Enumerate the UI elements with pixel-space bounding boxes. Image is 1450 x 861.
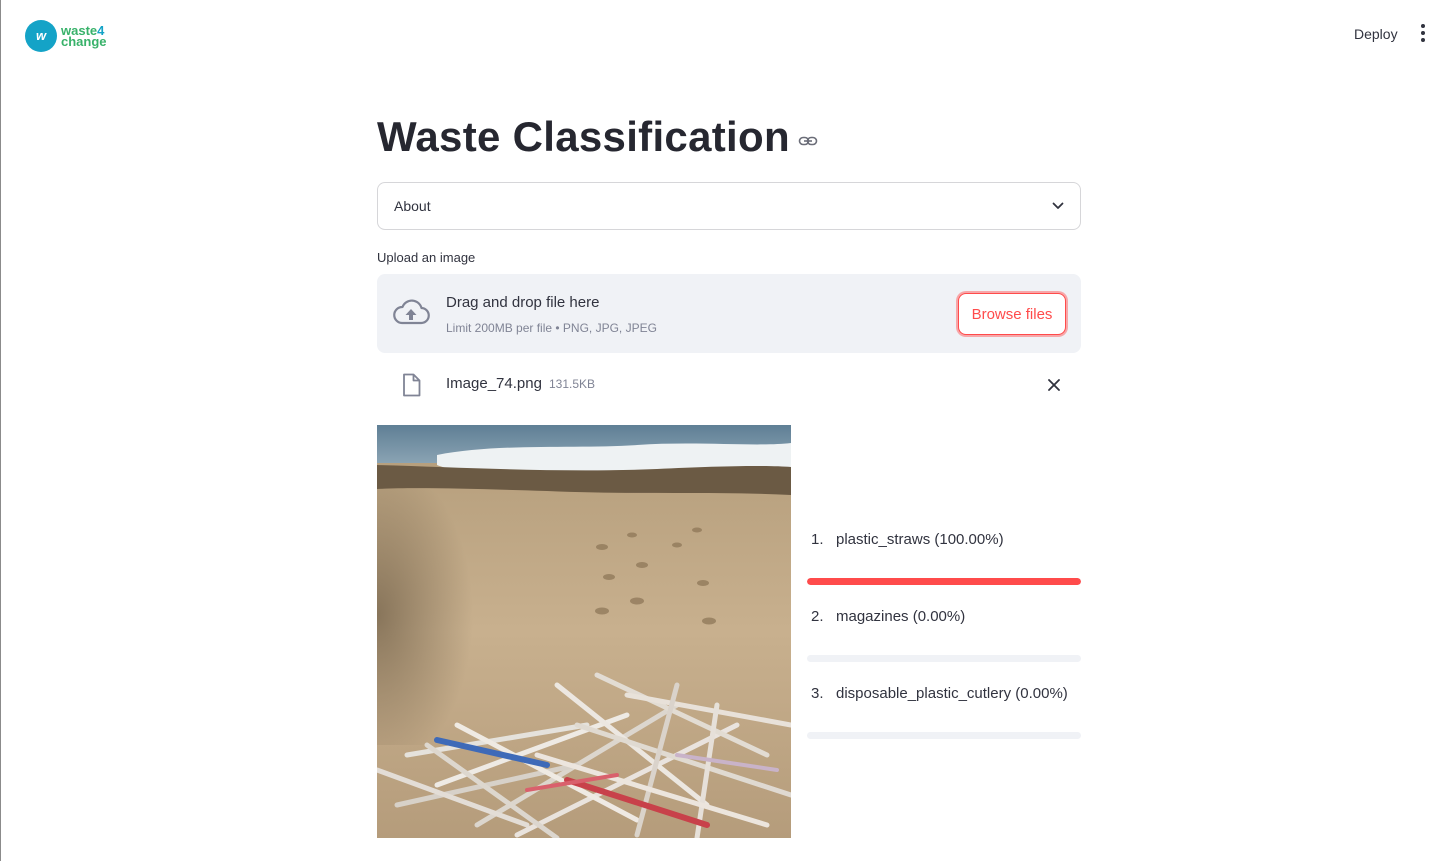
file-name: Image_74.png	[446, 375, 542, 392]
file-dropzone[interactable]: Drag and drop file here Limit 200MB per …	[377, 274, 1081, 353]
prediction-2-label: 2. magazines (0.00%)	[811, 608, 966, 625]
logo-wordmark: waste4 change	[61, 23, 107, 49]
uploader-label: Upload an image	[377, 250, 476, 265]
prediction-2-progress	[807, 655, 1081, 662]
app-logo[interactable]: w waste4 change	[25, 20, 107, 52]
prediction-3-progress	[807, 732, 1081, 739]
uploaded-image	[377, 425, 791, 838]
page-title-text: Waste Classification	[377, 113, 790, 160]
expander-label: About	[394, 198, 431, 214]
browse-files-button[interactable]: Browse files	[958, 293, 1066, 335]
prediction-1-label: 1. plastic_straws (100.00%)	[811, 531, 1004, 548]
anchor-link-icon[interactable]	[798, 134, 818, 148]
uploaded-file: Image_74.png 131.5KB	[377, 364, 1081, 404]
dropzone-limit: Limit 200MB per file • PNG, JPG, JPEG	[446, 321, 657, 335]
prediction-1-progress	[807, 578, 1081, 585]
file-size: 131.5KB	[549, 377, 596, 391]
remove-file-icon[interactable]	[1045, 376, 1063, 394]
deploy-button[interactable]: Deploy	[1354, 24, 1398, 44]
prediction-1-progress-fill	[807, 578, 1081, 585]
main-menu-icon[interactable]	[1415, 24, 1431, 42]
cloud-upload-icon	[393, 299, 430, 325]
prediction-3-label: 3. disposable_plastic_cutlery (0.00%)	[811, 685, 1068, 702]
logo-mark-icon: w	[25, 20, 57, 52]
dropzone-title: Drag and drop file here	[446, 294, 600, 311]
about-expander[interactable]: About	[377, 182, 1081, 230]
file-icon	[403, 373, 421, 397]
page-title: Waste Classification	[377, 113, 818, 161]
chevron-down-icon	[1052, 202, 1064, 209]
